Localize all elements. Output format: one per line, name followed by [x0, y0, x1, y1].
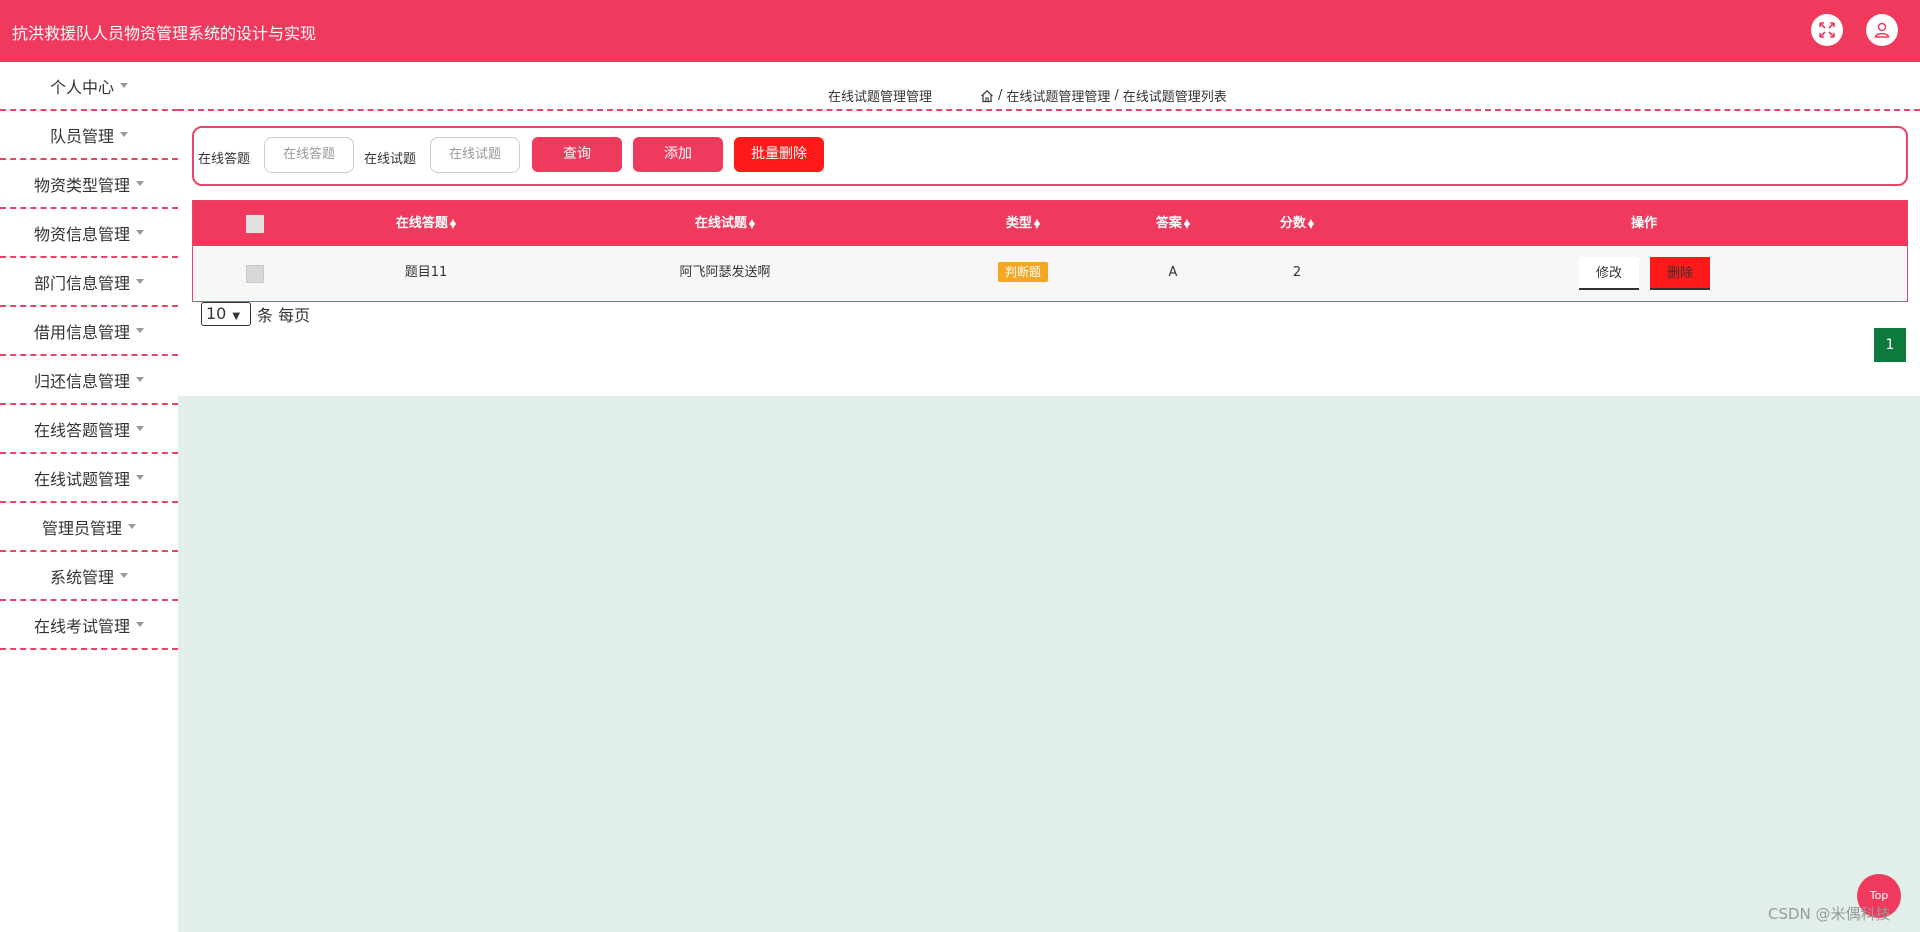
sort-icon: ▲ ▼ [1033, 216, 1041, 230]
breadcrumb-level1[interactable]: 在线试题管理管理 [1006, 86, 1110, 105]
breadcrumb-level2: 在线试题管理列表 [1122, 90, 1227, 105]
sidebar-item-return[interactable]: 归还信息管理 [0, 356, 178, 405]
content-background [178, 396, 1920, 932]
user-button[interactable] [1866, 14, 1898, 46]
sidebar-item-online-questions[interactable]: 在线试题管理 [0, 454, 178, 503]
row-checkbox[interactable] [246, 265, 264, 283]
sidebar-item-label: 部门信息管理 [33, 273, 130, 293]
sidebar-item-online-exam[interactable]: 在线考试管理 [0, 601, 178, 650]
sidebar-item-label: 在线考试管理 [33, 616, 130, 636]
caret-down-icon [120, 132, 128, 137]
cell-type: 判断题 [997, 246, 1049, 300]
sidebar-item-label: 管理员管理 [41, 518, 122, 538]
column-header-score[interactable]: 分数 ▲ ▼ [1280, 201, 1314, 246]
breadcrumb: / 在线试题管理管理 / 在线试题管理列表 [980, 86, 1227, 105]
batch-delete-button[interactable]: 批量删除 [734, 137, 824, 172]
cell-question: 阿飞阿瑟发送啊 [679, 265, 771, 280]
fullscreen-button[interactable] [1811, 14, 1843, 46]
sidebar-item-system[interactable]: 系统管理 [0, 552, 178, 601]
top-bar: 抗洪救援队人员物资管理系统的设计与实现 [0, 0, 1920, 62]
sidebar-item-borrow[interactable]: 借用信息管理 [0, 307, 178, 356]
sidebar-item-material-types[interactable]: 物资类型管理 [0, 160, 178, 209]
table-header: 在线答题 ▲ ▼ 在线试题 ▲ ▼ 类型 ▲ ▼ 答案 ▲ ▼ 分数 ▲ ▼ 操作 [193, 201, 1907, 246]
add-button[interactable]: 添加 [633, 137, 723, 172]
table-row: 题目11 阿飞阿瑟发送啊 判断题 A 2 修改 删除 [193, 246, 1907, 300]
sidebar-item-material-info[interactable]: 物资信息管理 [0, 209, 178, 258]
answer-search-input[interactable]: 在线答题 [264, 137, 354, 173]
sort-icon: ▲ ▼ [748, 216, 756, 230]
sidebar-item-label: 队员管理 [49, 126, 114, 146]
column-header-type[interactable]: 类型 ▲ ▼ [1006, 201, 1040, 246]
caret-down-icon [136, 181, 144, 186]
sidebar: 个人中心 队员管理 物资类型管理 物资信息管理 部门信息管理 借用信息管理 归还… [0, 62, 178, 932]
delete-button[interactable]: 删除 [1650, 257, 1710, 290]
sort-icon: ▲ ▼ [449, 216, 457, 230]
caret-down-icon [128, 524, 136, 529]
sort-icon: ▲ ▼ [1307, 216, 1315, 230]
caret-down-icon [120, 83, 128, 88]
cell-score: 2 [1292, 265, 1302, 280]
caret-down-icon [136, 279, 144, 284]
select-all-checkbox[interactable] [246, 215, 264, 233]
sidebar-item-label: 归还信息管理 [33, 371, 130, 391]
type-tag: 判断题 [997, 262, 1049, 282]
sidebar-item-label: 物资信息管理 [33, 224, 130, 244]
sidebar-item-personal-center[interactable]: 个人中心 [0, 62, 178, 111]
app-title: 抗洪救援队人员物资管理系统的设计与实现 [12, 24, 317, 43]
data-table: 在线答题 ▲ ▼ 在线试题 ▲ ▼ 类型 ▲ ▼ 答案 ▲ ▼ 分数 ▲ ▼ 操作 题目11 阿飞阿… [192, 200, 1908, 302]
caret-down-icon [136, 622, 144, 627]
caret-down-icon [136, 230, 144, 235]
sidebar-item-departments[interactable]: 部门信息管理 [0, 258, 178, 307]
sidebar-item-label: 在线试题管理 [33, 469, 130, 489]
caret-down-icon [136, 475, 144, 480]
breadcrumb-separator: / [1114, 88, 1119, 103]
main-content: 在线试题管理管理 / 在线试题管理管理 / 在线试题管理列表 在线答题 在线答题… [178, 62, 1920, 396]
breadcrumb-separator: / [998, 88, 1003, 103]
query-button[interactable]: 查询 [532, 137, 622, 172]
search-form: 在线答题 在线答题 在线试题 在线试题 查询 添加 批量删除 [192, 126, 1908, 186]
edit-button[interactable]: 修改 [1579, 257, 1639, 290]
breadcrumb-bar: 在线试题管理管理 / 在线试题管理管理 / 在线试题管理列表 [178, 62, 1920, 111]
caret-down-icon [136, 328, 144, 333]
chevron-down-icon: ▼ [232, 311, 241, 322]
sidebar-item-label: 在线答题管理 [33, 420, 130, 440]
page-button-current[interactable]: 1 [1874, 328, 1906, 362]
sidebar-item-label: 物资类型管理 [33, 175, 130, 195]
sort-icon: ▲ ▼ [1183, 216, 1191, 230]
caret-down-icon [136, 377, 144, 382]
page-size-select[interactable]: 10 ▼ [201, 302, 251, 326]
sidebar-item-admins[interactable]: 管理员管理 [0, 503, 178, 552]
watermark: CSDN @米偶科技 [1768, 905, 1891, 923]
answer-label: 在线答题 [198, 152, 251, 167]
sidebar-item-label: 系统管理 [49, 567, 114, 587]
column-header-answer[interactable]: 在线答题 ▲ ▼ [396, 201, 456, 246]
question-label: 在线试题 [364, 152, 417, 167]
page-title: 在线试题管理管理 [828, 90, 933, 105]
page-size-control: 10 ▼ 条 每页 [201, 302, 310, 326]
column-header-actions: 操作 [1630, 216, 1658, 231]
column-header-correct-answer[interactable]: 答案 ▲ ▼ [1156, 201, 1190, 246]
column-header-question[interactable]: 在线试题 ▲ ▼ [695, 201, 755, 246]
caret-down-icon [120, 573, 128, 578]
sidebar-item-members[interactable]: 队员管理 [0, 111, 178, 160]
cell-correct-answer: A [1168, 265, 1178, 280]
fullscreen-icon [1819, 22, 1835, 38]
sidebar-item-label: 个人中心 [49, 77, 114, 97]
home-icon[interactable] [980, 89, 994, 103]
cell-answer: 题目11 [404, 265, 448, 280]
question-search-input[interactable]: 在线试题 [430, 137, 520, 173]
caret-down-icon [136, 426, 144, 431]
per-page-label: 条 每页 [257, 306, 311, 325]
sidebar-item-online-answers[interactable]: 在线答题管理 [0, 405, 178, 454]
sidebar-item-label: 借用信息管理 [33, 322, 130, 342]
user-icon [1874, 22, 1890, 38]
